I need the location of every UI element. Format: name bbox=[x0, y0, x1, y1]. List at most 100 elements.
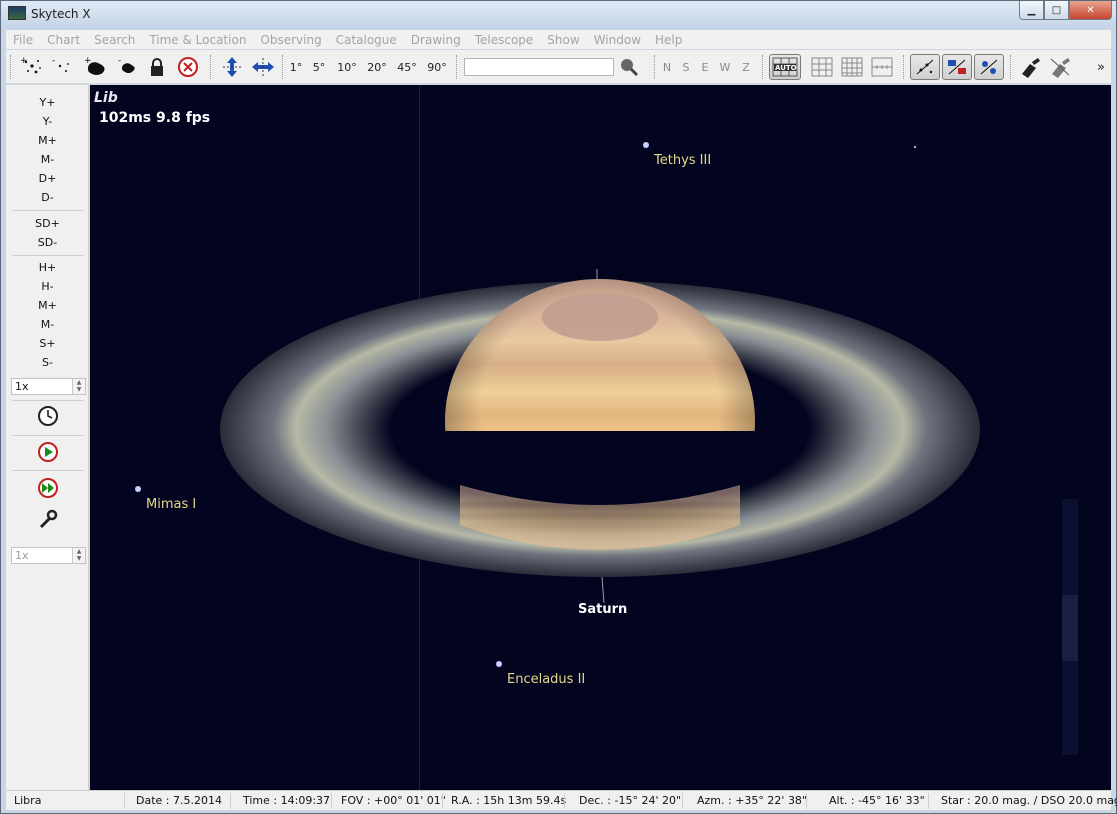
cancel-icon[interactable] bbox=[174, 54, 202, 80]
fast-forward-icon[interactable] bbox=[6, 477, 89, 501]
menu-drawing[interactable]: Drawing bbox=[404, 33, 468, 47]
menu-window[interactable]: Window bbox=[587, 33, 648, 47]
constellation-names-icon[interactable] bbox=[974, 54, 1004, 80]
menu-time-location[interactable]: Time & Location bbox=[142, 33, 253, 47]
year-plus-button[interactable]: Y+ bbox=[6, 95, 89, 111]
east-button[interactable]: E bbox=[698, 54, 712, 80]
fov-10-button[interactable]: 10° bbox=[334, 54, 360, 80]
status-divider bbox=[442, 793, 443, 809]
sidebar-divider bbox=[12, 255, 84, 256]
menu-show[interactable]: Show bbox=[540, 33, 586, 47]
lock-icon[interactable] bbox=[144, 54, 170, 80]
sidereal-day-plus-button[interactable]: SD+ bbox=[6, 216, 89, 232]
fov-1-button[interactable]: 1° bbox=[286, 54, 306, 80]
enceladus-dot[interactable] bbox=[496, 661, 502, 667]
tethys-dot[interactable] bbox=[643, 142, 649, 148]
svg-text:+: + bbox=[84, 56, 92, 66]
sidebar-divider bbox=[12, 400, 84, 401]
auto-grid-button[interactable]: AUTO bbox=[769, 54, 801, 80]
status-divider bbox=[564, 793, 565, 809]
fov-5-button[interactable]: 5° bbox=[308, 54, 330, 80]
status-divider bbox=[331, 793, 332, 809]
sky-chart[interactable]: Lib 102ms 9.8 fps Tethys III Mimas I Enc… bbox=[90, 85, 1111, 790]
fewer-stars-icon[interactable]: - bbox=[48, 54, 76, 80]
south-button[interactable]: S bbox=[679, 54, 693, 80]
flip-horizontal-icon[interactable] bbox=[248, 54, 278, 80]
status-ra: R.A. : 15h 13m 59.4s bbox=[451, 794, 567, 807]
zenith-button[interactable]: Z bbox=[739, 54, 753, 80]
status-date: Date : 7.5.2014 bbox=[136, 794, 222, 807]
wrench-icon[interactable] bbox=[6, 508, 89, 532]
minimize-button[interactable]: ▁ bbox=[1019, 1, 1044, 20]
toolbar-separator bbox=[1010, 55, 1012, 79]
search-icon[interactable] bbox=[618, 54, 640, 80]
flip-vertical-icon[interactable] bbox=[218, 54, 246, 80]
sidereal-day-minus-button[interactable]: SD- bbox=[6, 235, 89, 251]
more-stars-icon[interactable]: + bbox=[18, 54, 46, 80]
status-mag-limits: Star : 20.0 mag. / DSO 20.0 mag. bbox=[941, 794, 1117, 807]
day-minus-button[interactable]: D- bbox=[6, 190, 89, 206]
telescope-disconnect-icon[interactable] bbox=[1046, 54, 1074, 80]
menu-file[interactable]: File bbox=[6, 33, 40, 47]
spin-arrows[interactable]: ▲ ▼ bbox=[72, 548, 85, 563]
window-title: Skytech X bbox=[31, 7, 91, 21]
grid-scale-icon[interactable] bbox=[868, 54, 896, 80]
play-icon[interactable] bbox=[6, 441, 89, 465]
hour-plus-button[interactable]: H+ bbox=[6, 260, 89, 276]
toolbar-overflow[interactable]: » bbox=[1094, 54, 1108, 80]
second-minus-button[interactable]: S- bbox=[6, 355, 89, 371]
fov-20-button[interactable]: 20° bbox=[364, 54, 390, 80]
year-minus-button[interactable]: Y- bbox=[6, 114, 89, 130]
saturn-view bbox=[135, 142, 980, 667]
day-plus-button[interactable]: D+ bbox=[6, 171, 89, 187]
menu-chart[interactable]: Chart bbox=[40, 33, 87, 47]
month-plus-button[interactable]: M+ bbox=[6, 133, 89, 149]
close-button[interactable]: ✕ bbox=[1069, 1, 1112, 20]
status-fov: FOV : +00° 01' 01" bbox=[341, 794, 446, 807]
chart-scrollbar-thumb[interactable] bbox=[1062, 595, 1078, 661]
toolbar-separator bbox=[654, 55, 656, 79]
fov-90-button[interactable]: 90° bbox=[424, 54, 450, 80]
west-button[interactable]: W bbox=[717, 54, 733, 80]
south-pole-line bbox=[601, 576, 605, 604]
menu-catalogue[interactable]: Catalogue bbox=[329, 33, 404, 47]
month-minus-button[interactable]: M- bbox=[6, 152, 89, 168]
speed2-spinbox[interactable]: 1x ▲ ▼ bbox=[11, 547, 86, 564]
status-azm: Azm. : +35° 22' 38" bbox=[697, 794, 807, 807]
fewer-dso-icon[interactable]: - bbox=[112, 54, 142, 80]
toolbar-separator bbox=[282, 55, 284, 79]
search-input[interactable] bbox=[464, 58, 614, 76]
telescope-icon[interactable] bbox=[1016, 54, 1044, 80]
menu-observing[interactable]: Observing bbox=[253, 33, 328, 47]
status-divider bbox=[230, 793, 231, 809]
minute-minus-button[interactable]: M- bbox=[6, 317, 89, 333]
toolbar-separator bbox=[762, 55, 764, 79]
menu-telescope[interactable]: Telescope bbox=[468, 33, 541, 47]
minute-plus-button[interactable]: M+ bbox=[6, 298, 89, 314]
constellation-lines-icon[interactable] bbox=[910, 54, 940, 80]
mimas-dot[interactable] bbox=[135, 486, 141, 492]
speed-spinbox[interactable]: 1x ▲ ▼ bbox=[11, 378, 86, 395]
second-plus-button[interactable]: S+ bbox=[6, 336, 89, 352]
app-icon bbox=[8, 6, 26, 20]
clock-icon[interactable] bbox=[6, 405, 89, 429]
title-bar[interactable]: Skytech X ▁ □ ✕ bbox=[1, 1, 1116, 29]
hour-minus-button[interactable]: H- bbox=[6, 279, 89, 295]
grid-equatorial-icon[interactable] bbox=[808, 54, 836, 80]
constellation-boundaries-icon[interactable] bbox=[942, 54, 972, 80]
menu-help[interactable]: Help bbox=[648, 33, 689, 47]
fov-45-button[interactable]: 45° bbox=[394, 54, 420, 80]
maximize-button[interactable]: □ bbox=[1044, 1, 1069, 20]
svg-text:-: - bbox=[118, 56, 121, 66]
sidebar-divider bbox=[12, 435, 84, 436]
status-time: Time : 14:09:37 bbox=[243, 794, 331, 807]
svg-text:+: + bbox=[20, 56, 28, 66]
menu-search[interactable]: Search bbox=[87, 33, 142, 47]
grid-altaz-icon[interactable] bbox=[838, 54, 866, 80]
more-dso-icon[interactable]: + bbox=[80, 54, 110, 80]
status-divider bbox=[124, 793, 125, 809]
spin-arrows[interactable]: ▲ ▼ bbox=[72, 379, 85, 394]
north-button[interactable]: N bbox=[660, 54, 674, 80]
svg-text:-: - bbox=[52, 56, 55, 66]
status-constellation: Libra bbox=[14, 794, 42, 807]
